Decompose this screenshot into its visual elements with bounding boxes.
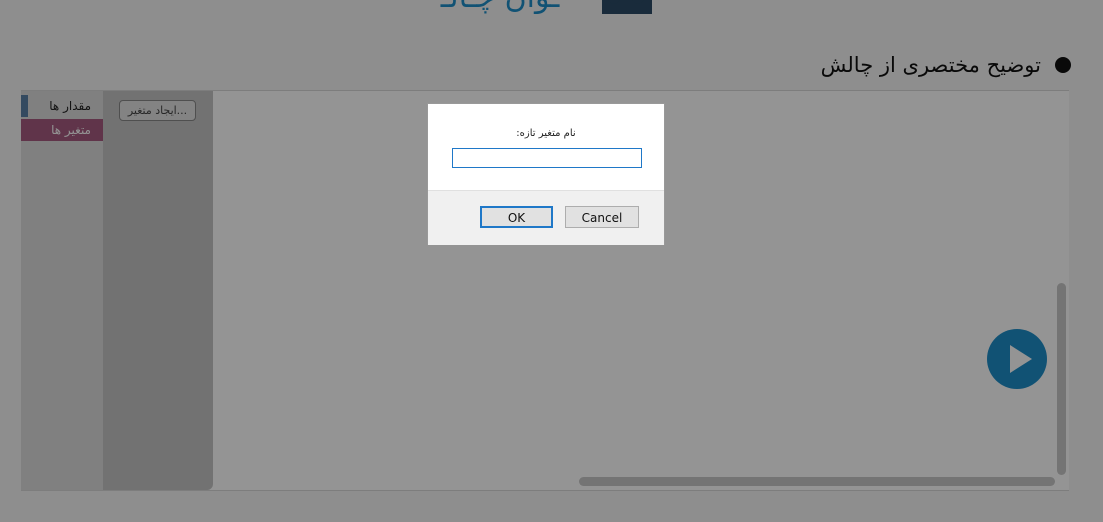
dialog-footer: OK Cancel [428, 190, 664, 245]
ok-button[interactable]: OK [480, 206, 553, 228]
prompt-dialog: نام متغیر تازه: OK Cancel [427, 103, 665, 245]
modal-overlay [0, 0, 1103, 522]
variable-name-input[interactable] [452, 148, 642, 168]
cancel-button[interactable]: Cancel [565, 206, 639, 228]
dialog-message: نام متغیر تازه: [516, 128, 576, 139]
